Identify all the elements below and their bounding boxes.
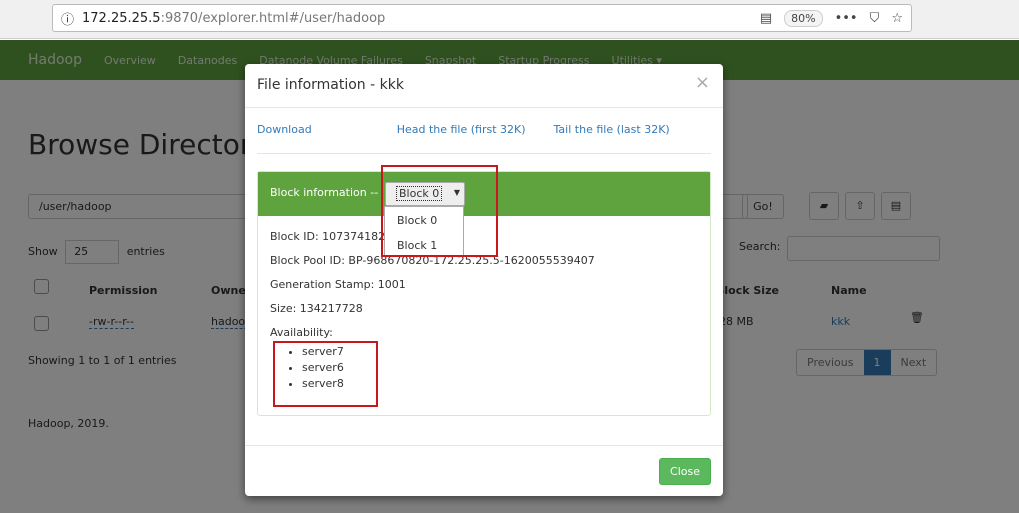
block-info-label: Block information -- bbox=[270, 186, 379, 199]
star-icon[interactable]: ☆ bbox=[891, 11, 903, 26]
zoom-level[interactable]: 80% bbox=[784, 9, 823, 27]
reader-icon[interactable]: ▤ bbox=[760, 11, 772, 26]
info-icon[interactable]: ⓘ bbox=[61, 9, 74, 28]
block-pool-id: Block Pool ID: BP-968670820-172.25.25.5-… bbox=[270, 254, 595, 267]
file-info-modal: File information - kkk × Download Head th… bbox=[245, 64, 723, 496]
head-file-link[interactable]: Head the file (first 32K) bbox=[397, 123, 526, 153]
more-icon[interactable]: ••• bbox=[835, 11, 858, 26]
url-path: :9870/explorer.html#/user/hadoop bbox=[160, 10, 386, 26]
url-host: 172.25.25.5 bbox=[82, 10, 161, 26]
pocket-icon[interactable]: ⛉ bbox=[870, 11, 880, 26]
highlight-box bbox=[273, 341, 378, 407]
url-bar[interactable]: ⓘ 172.25.25.5:9870/explorer.html#/user/h… bbox=[52, 4, 912, 32]
close-button[interactable]: Close bbox=[659, 458, 711, 485]
modal-footer bbox=[245, 445, 723, 446]
close-icon[interactable]: × bbox=[695, 72, 710, 93]
modal-title: File information - kkk bbox=[257, 77, 404, 93]
generation-stamp: Generation Stamp: 1001 bbox=[270, 278, 406, 291]
download-link[interactable]: Download bbox=[257, 123, 312, 153]
highlight-box bbox=[381, 165, 498, 257]
tail-file-link[interactable]: Tail the file (last 32K) bbox=[554, 123, 670, 153]
browser-toolbar: ⓘ 172.25.25.5:9870/explorer.html#/user/h… bbox=[0, 0, 1019, 39]
block-size: Size: 134217728 bbox=[270, 302, 363, 315]
